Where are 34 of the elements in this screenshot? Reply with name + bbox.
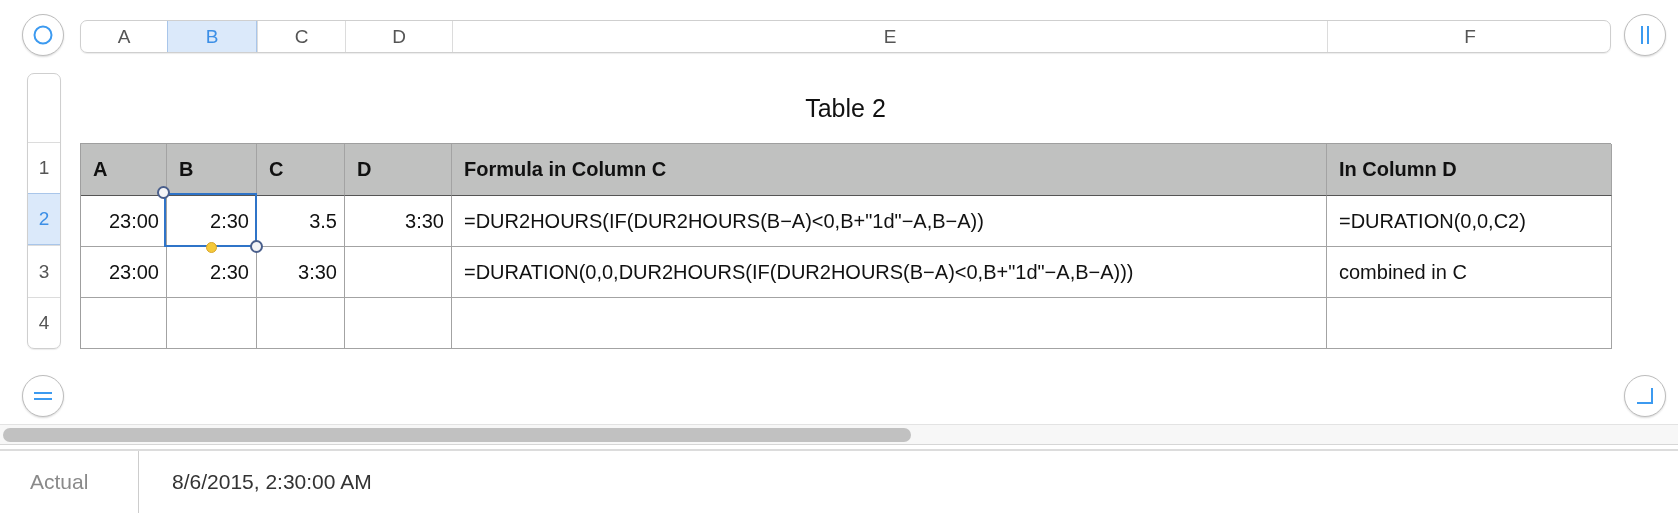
- fill-handle[interactable]: [205, 242, 217, 253]
- table-cell: 23:00: [81, 196, 167, 247]
- header-cell: C: [257, 144, 345, 196]
- header-cell: B: [167, 144, 257, 196]
- table-cell: =DURATION(0,0,DUR2HOURS(IF(DUR2HOURS(B−A)<0,B+"1d"−A,B−A))): [452, 247, 1327, 298]
- scrollbar-thumb[interactable]: [3, 427, 911, 442]
- table-cell: combined in C: [1327, 247, 1612, 298]
- header-cell: A: [81, 144, 167, 196]
- round-button[interactable]: [22, 375, 64, 417]
- table-cell: 3:30: [345, 196, 452, 247]
- column-header[interactable]: E: [452, 21, 1327, 52]
- double-bar-icon: [1640, 25, 1650, 45]
- double-line-icon: [34, 391, 52, 401]
- column-header[interactable]: A: [81, 21, 167, 52]
- table-cell: =DUR2HOURS(IF(DUR2HOURS(B−A)<0,B+"1d"−A,B−A)): [452, 196, 1327, 247]
- column-header[interactable]: D: [345, 21, 452, 52]
- selection-handle[interactable]: [250, 240, 263, 253]
- round-button[interactable]: [1624, 375, 1666, 417]
- status-value: 8/6/2015, 2:30:00 AM: [171, 469, 372, 495]
- corner-icon: [1637, 388, 1653, 404]
- column-header[interactable]: F: [1327, 21, 1610, 52]
- status-label: Actual: [0, 451, 139, 513]
- circle-icon: [33, 25, 53, 45]
- header-cell: Formula in Column C: [452, 144, 1327, 196]
- table-cell: =DURATION(0,0,C2): [1327, 196, 1612, 247]
- row-header[interactable]: 3: [28, 245, 60, 297]
- round-button[interactable]: [22, 14, 64, 56]
- round-button[interactable]: [1624, 14, 1666, 56]
- column-header[interactable]: C: [257, 21, 345, 52]
- header-cell: D: [345, 144, 452, 196]
- table-cell: 23:00: [81, 247, 167, 298]
- row-header[interactable]: 4: [28, 296, 60, 348]
- table-title: Table 2: [805, 92, 886, 124]
- header-cell: In Column D: [1327, 144, 1612, 196]
